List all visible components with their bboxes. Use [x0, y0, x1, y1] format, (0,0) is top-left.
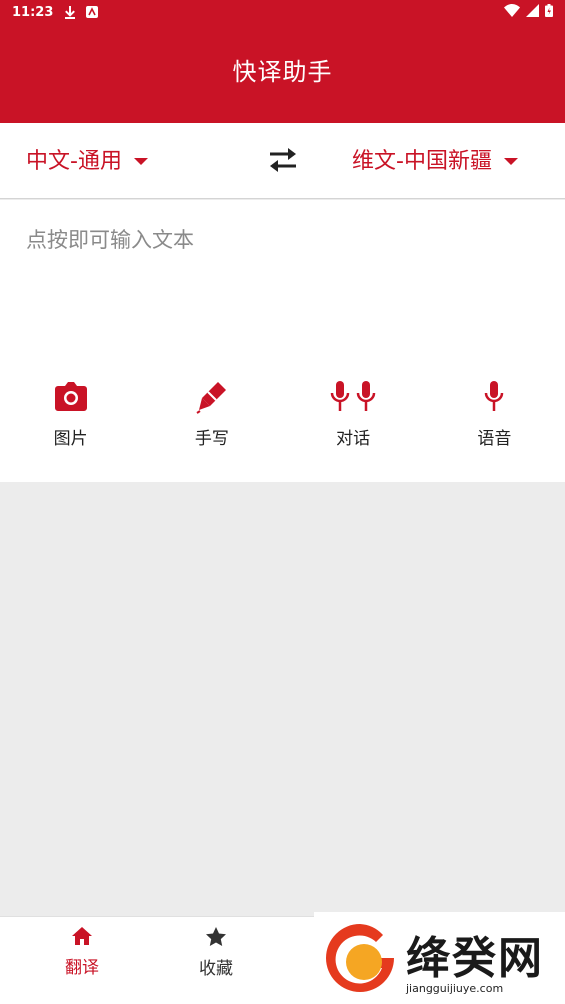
- target-dropdown-icon: [503, 157, 518, 165]
- text-input-area[interactable]: 点按即可输入文本 图片 手写 对话 语音: [0, 200, 565, 482]
- status-time: 11:23: [12, 4, 54, 20]
- target-language-label: 维文-中国新疆: [352, 149, 492, 174]
- star-icon: [206, 927, 226, 946]
- swap-arrows-icon: [270, 148, 296, 172]
- mic-icon: [485, 381, 504, 411]
- app-notification-icon: [85, 5, 99, 19]
- source-language-label: 中文-通用: [26, 149, 122, 174]
- language-bar: 中文-通用 维文-中国新疆: [0, 123, 565, 199]
- nav-favorites-tab[interactable]: 收藏: [166, 927, 266, 979]
- download-icon: [63, 5, 77, 19]
- voice-input-button[interactable]: 语音: [424, 380, 565, 449]
- nav-translate-label: 翻译: [65, 958, 99, 978]
- image-input-label: 图片: [53, 429, 88, 449]
- target-language-selector[interactable]: 维文-中国新疆: [352, 143, 518, 175]
- signal-icon: [526, 3, 539, 21]
- image-input-button[interactable]: 图片: [0, 380, 141, 449]
- nav-favorites-label: 收藏: [199, 959, 233, 979]
- wifi-icon: [504, 3, 520, 21]
- source-dropdown-icon: [133, 157, 148, 165]
- input-tools: 图片 手写 对话 语音: [0, 380, 565, 449]
- app-title: 快译助手: [232, 58, 333, 86]
- watermark-logo-text: 绛癸网: [406, 933, 544, 984]
- conversation-button[interactable]: 对话: [283, 380, 424, 449]
- voice-input-label: 语音: [477, 429, 512, 449]
- nav-translate-tab[interactable]: 翻译: [32, 927, 132, 978]
- input-placeholder: 点按即可输入文本: [26, 228, 194, 252]
- watermark-url: jiangguijiuye.com: [406, 982, 504, 995]
- camera-icon: [54, 382, 87, 411]
- home-icon: [72, 927, 92, 945]
- status-bar: 11:23: [0, 0, 565, 24]
- watermark-logo-icon: [326, 924, 394, 992]
- source-language-selector[interactable]: 中文-通用: [26, 143, 148, 175]
- battery-icon: [545, 3, 553, 21]
- app-header: 11:23 快译助手: [0, 0, 565, 123]
- handwriting-input-label: 手写: [194, 429, 229, 449]
- dual-mic-icon: [330, 381, 376, 411]
- swap-languages-button[interactable]: [266, 147, 300, 173]
- pen-icon: [196, 382, 226, 414]
- conversation-label: 对话: [336, 429, 371, 449]
- handwriting-input-button[interactable]: 手写: [141, 380, 282, 449]
- watermark-overlay: 绛癸网 jiangguijiuye.com: [314, 912, 565, 1004]
